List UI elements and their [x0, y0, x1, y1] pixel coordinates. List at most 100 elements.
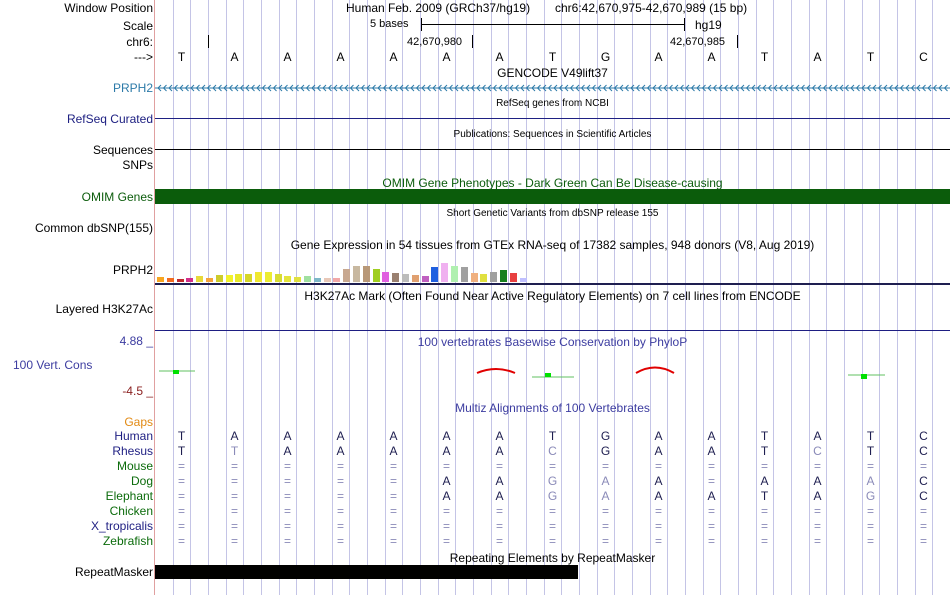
gtex-tissue-bar[interactable] [343, 268, 351, 282]
aligned-base: = [283, 459, 291, 473]
gtex-tissue-bar[interactable] [255, 272, 262, 282]
aligned-base: A [707, 429, 716, 443]
snps-label[interactable]: SNPs [122, 158, 153, 172]
gtex-tissue-bar[interactable] [509, 273, 517, 282]
gtex-tissue-bar[interactable] [215, 274, 223, 282]
species-label[interactable]: Human [114, 429, 153, 443]
gencode-gene-label[interactable]: PRPH2 [113, 81, 153, 95]
aligned-base: A [442, 489, 451, 503]
scale-value: 5 bases [370, 18, 409, 30]
chrom-label: chr6: [126, 35, 153, 49]
region-position[interactable]: chr6:42,670,975-42,670,989 (15 bp) [555, 1, 747, 15]
species-label[interactable]: Rhesus [112, 444, 153, 458]
gtex-gene-label[interactable]: PRPH2 [113, 263, 153, 277]
gtex-tissue-bar[interactable] [245, 273, 253, 282]
gtex-tissue-bar[interactable] [490, 271, 498, 282]
aligned-base: = [442, 534, 450, 548]
gtex-tissue-bar[interactable] [304, 276, 311, 282]
multiz-title: Multiz Alignments of 100 Vertebrates [455, 401, 650, 415]
gtex-tissue-bar[interactable] [441, 263, 449, 282]
reference-base: C [919, 50, 928, 64]
aligned-base: A [760, 474, 769, 488]
aligned-base: A [389, 429, 398, 443]
publications-title: Publications: Sequences in Scientific Ar… [453, 129, 652, 140]
aligned-base: G [600, 429, 611, 443]
publications-line[interactable] [155, 149, 950, 150]
repeat-element[interactable] [155, 565, 578, 579]
repeatmasker-label[interactable]: RepeatMasker [75, 565, 153, 579]
cons-label[interactable]: 100 Vert. Cons [13, 358, 92, 372]
gtex-tissue-bar[interactable] [196, 276, 204, 282]
gtex-tissue-bar[interactable] [166, 278, 174, 282]
gtex-tissue-bar[interactable] [235, 273, 243, 282]
aligned-base: A [495, 429, 504, 443]
aligned-base: A [336, 429, 345, 443]
aligned-base: = [654, 504, 662, 518]
refseq-gene-line[interactable] [155, 118, 950, 119]
aligned-base: = [389, 459, 397, 473]
aligned-base: = [813, 504, 821, 518]
aligned-base: = [177, 474, 185, 488]
gtex-tissue-bar[interactable] [313, 277, 321, 282]
gtex-tissue-bar[interactable] [206, 277, 213, 282]
gtex-tissue-bar[interactable] [392, 273, 400, 282]
aligned-base: = [548, 534, 556, 548]
species-label[interactable]: Chicken [110, 504, 153, 518]
omim-gene-bar[interactable] [155, 189, 950, 204]
refseq-label[interactable]: RefSeq Curated [67, 112, 153, 126]
gtex-tissue-bar[interactable] [402, 273, 409, 282]
aligned-base: = [336, 459, 344, 473]
ruler-label-1: 42,670,980 [407, 36, 463, 48]
gtex-tissue-bar[interactable] [382, 271, 390, 282]
gtex-tissue-bar[interactable] [225, 275, 233, 282]
gtex-tissue-bar[interactable] [431, 267, 439, 282]
publications-label[interactable]: Sequences [93, 143, 153, 157]
h3k27ac-label[interactable]: Layered H3K27Ac [56, 302, 153, 316]
gtex-tissue-bar[interactable] [264, 271, 272, 282]
aligned-base: G [547, 489, 558, 503]
reference-base: T [548, 50, 557, 64]
gtex-tissue-bar[interactable] [411, 275, 419, 282]
gtex-tissue-bar[interactable] [519, 278, 527, 282]
aligned-base: = [389, 534, 397, 548]
gtex-tissue-bar[interactable] [362, 266, 370, 282]
dbsnp-label[interactable]: Common dbSNP(155) [35, 221, 153, 235]
gtex-tissue-bar[interactable] [323, 278, 331, 282]
gtex-tissue-bar[interactable] [284, 276, 292, 282]
gtex-tissue-bar[interactable] [470, 273, 478, 282]
aligned-base: C [919, 444, 928, 458]
gtex-tissue-bar[interactable] [353, 266, 360, 282]
species-label[interactable]: Dog [131, 474, 153, 488]
species-label[interactable]: Zebrafish [103, 534, 153, 548]
species-label[interactable]: Mouse [117, 459, 153, 473]
gtex-tissue-bar[interactable] [333, 277, 341, 282]
gtex-tissue-bar[interactable] [451, 265, 458, 282]
scale-bar-right-tick [684, 18, 685, 31]
gtex-tissue-bar[interactable] [421, 276, 429, 282]
species-label[interactable]: X_tropicalis [91, 519, 153, 533]
aligned-base: A [283, 429, 292, 443]
gtex-expression-bars[interactable] [157, 252, 537, 282]
gencode-gene-feature[interactable] [155, 80, 950, 96]
gtex-tissue-bar[interactable] [294, 276, 302, 282]
gtex-tissue-bar[interactable] [186, 277, 194, 282]
aligned-base: G [547, 474, 558, 488]
gtex-tissue-bar[interactable] [500, 270, 507, 282]
species-label[interactable]: Elephant [106, 489, 153, 503]
h3k27ac-title: H3K27Ac Mark (Often Found Near Active Re… [304, 289, 801, 303]
gtex-tissue-bar[interactable] [480, 273, 488, 282]
gtex-tissue-bar[interactable] [460, 267, 468, 282]
gtex-tissue-bar[interactable] [372, 269, 380, 282]
cons-plot[interactable] [155, 360, 950, 385]
aligned-base: = [336, 504, 344, 518]
genome-browser-image[interactable]: Window Position Human Feb. 2009 (GRCh37/… [0, 0, 950, 595]
gtex-tissue-bar[interactable] [157, 276, 164, 282]
gtex-tissue-bar[interactable] [176, 279, 184, 282]
aligned-base: T [177, 444, 186, 458]
gtex-tissue-bar[interactable] [274, 274, 282, 282]
aligned-base: = [177, 519, 185, 533]
aligned-base: = [389, 489, 397, 503]
aligned-base: A [654, 489, 663, 503]
omim-label[interactable]: OMIM Genes [82, 190, 153, 204]
reference-base: A [336, 50, 345, 64]
